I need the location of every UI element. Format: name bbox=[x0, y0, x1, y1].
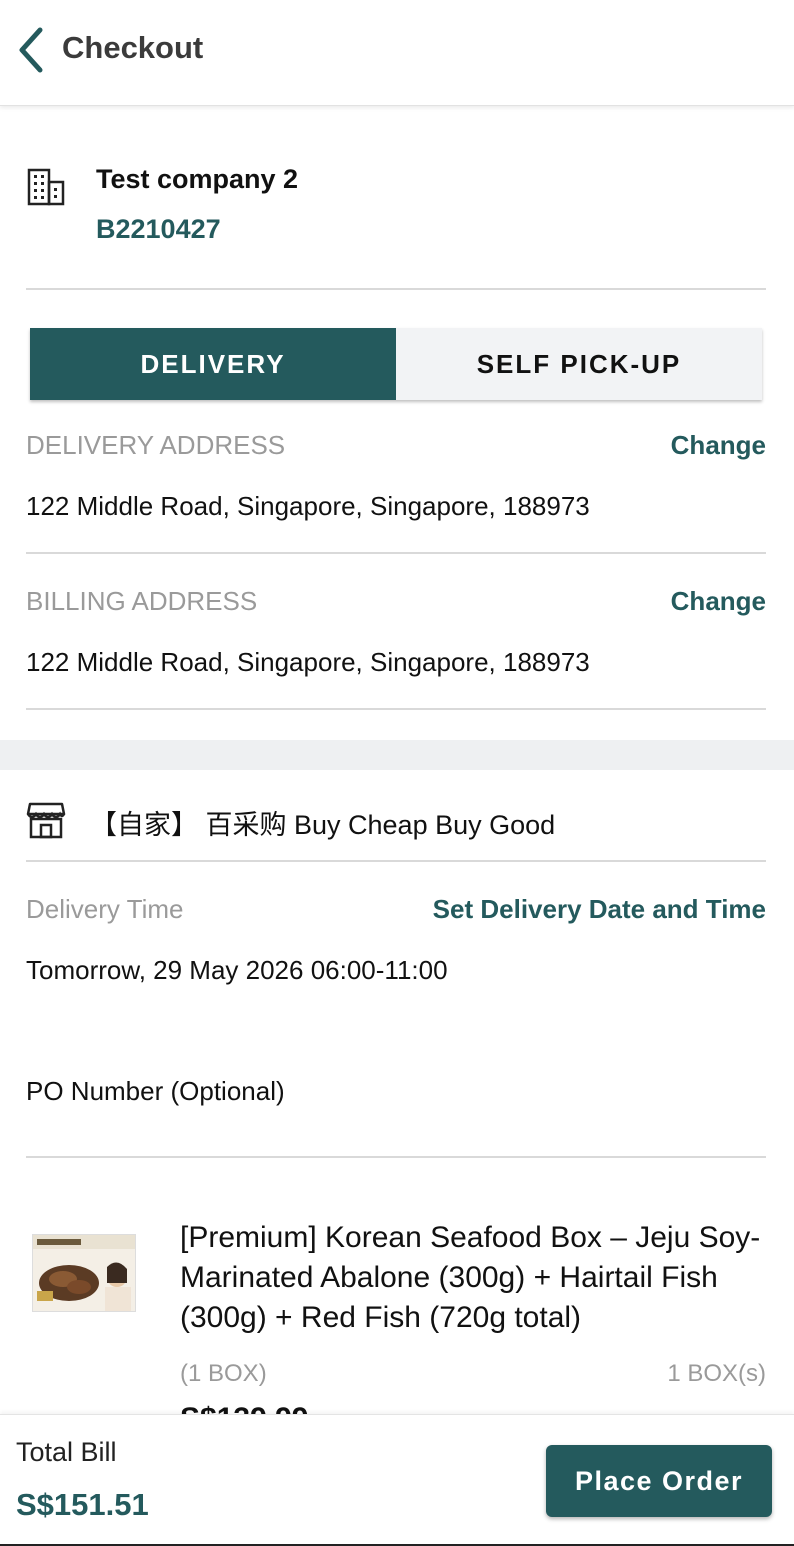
total-bill-amount: S$151.51 bbox=[16, 1487, 149, 1522]
divider bbox=[26, 288, 766, 290]
product-thumbnail bbox=[32, 1234, 136, 1312]
product-unit: (1 BOX) bbox=[180, 1360, 267, 1387]
fulfillment-tabs: DELIVERY SELF PICK-UP bbox=[30, 328, 762, 400]
page-title: Checkout bbox=[62, 30, 204, 65]
tab-delivery[interactable]: DELIVERY bbox=[30, 328, 396, 400]
tab-self-pickup[interactable]: SELF PICK-UP bbox=[396, 328, 762, 400]
product-quantity: 1 BOX(s) bbox=[667, 1360, 766, 1387]
total-bill-label: Total Bill bbox=[16, 1437, 117, 1467]
delivery-address-value: 122 Middle Road, Singapore, Singapore, 1… bbox=[26, 491, 590, 521]
building-icon bbox=[26, 166, 66, 206]
product-name: [Premium] Korean Seafood Box – Jeju Soy-… bbox=[180, 1221, 761, 1334]
place-order-button[interactable]: Place Order bbox=[546, 1445, 772, 1517]
delivery-address-label: DELIVERY ADDRESS bbox=[26, 430, 286, 460]
company-code: B2210427 bbox=[96, 214, 221, 244]
chevron-left-icon[interactable] bbox=[12, 24, 52, 76]
company-name: Test company 2 bbox=[96, 164, 299, 194]
checkout-footer: Total Bill S$151.51 Place Order bbox=[0, 1414, 794, 1546]
billing-address-value: 122 Middle Road, Singapore, Singapore, 1… bbox=[26, 647, 590, 677]
delivery-time-label: Delivery Time bbox=[26, 894, 184, 924]
billing-address-label: BILLING ADDRESS bbox=[26, 586, 258, 616]
app-header: Checkout bbox=[0, 0, 794, 106]
divider bbox=[26, 1156, 766, 1158]
change-delivery-address-link[interactable]: Change bbox=[671, 430, 766, 461]
store-icon bbox=[26, 800, 66, 840]
section-separator bbox=[0, 740, 794, 770]
set-delivery-time-link[interactable]: Set Delivery Date and Time bbox=[433, 894, 766, 925]
divider bbox=[26, 708, 766, 710]
delivery-time-value: Tomorrow, 29 May 2026 06:00-11:00 bbox=[26, 955, 448, 985]
divider bbox=[26, 552, 766, 554]
change-billing-address-link[interactable]: Change bbox=[671, 586, 766, 617]
po-number-field[interactable]: PO Number (Optional) bbox=[26, 1076, 285, 1107]
divider bbox=[26, 860, 766, 862]
store-name: 【自家】 百采购 Buy Cheap Buy Good bbox=[90, 810, 556, 840]
